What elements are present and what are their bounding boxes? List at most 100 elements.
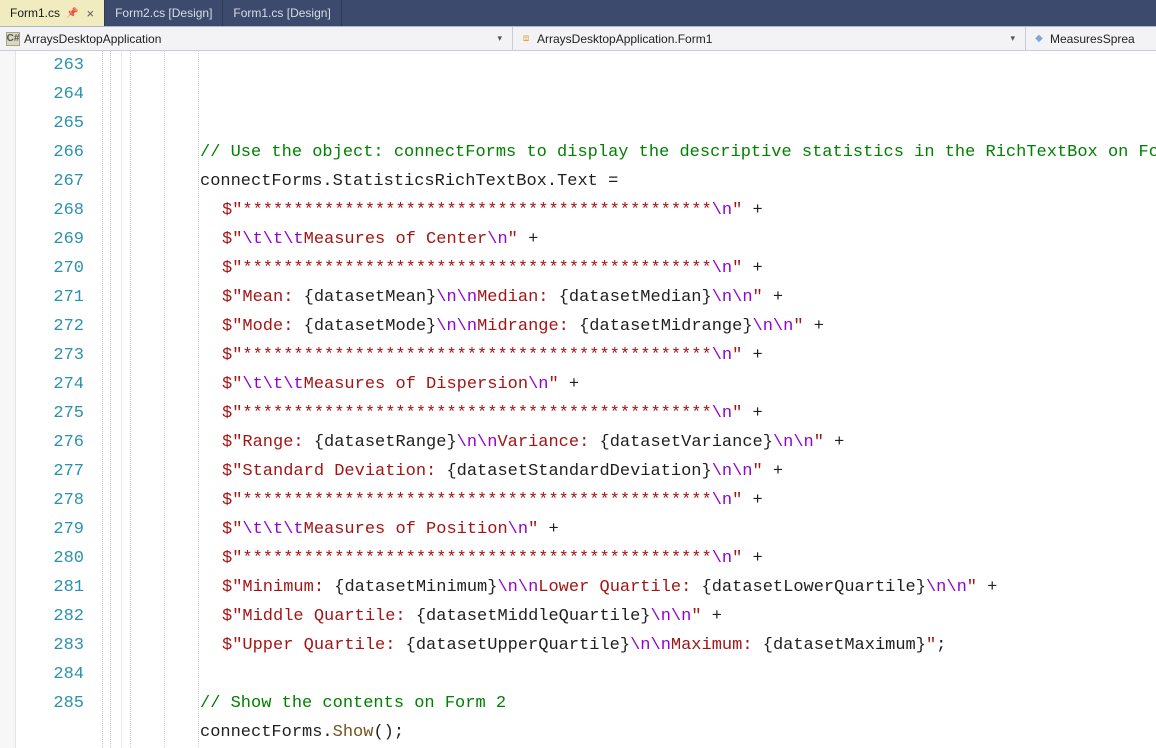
code-line[interactable]: $"\t\t\tMeasures of Dispersion\n" + bbox=[124, 370, 1156, 399]
code-token: { bbox=[416, 607, 426, 626]
code-token: } bbox=[426, 288, 436, 307]
line-number: 264 bbox=[16, 80, 84, 109]
code-line[interactable]: $"**************************************… bbox=[124, 254, 1156, 283]
line-number: 282 bbox=[16, 602, 84, 631]
code-line[interactable]: // Use the object: connectForms to displ… bbox=[124, 138, 1156, 167]
code-token: Measures of Position bbox=[304, 520, 508, 539]
code-line[interactable] bbox=[124, 660, 1156, 689]
nav-project-label: ArraysDesktopApplication bbox=[24, 32, 493, 46]
outline-fold-gutter[interactable] bbox=[98, 51, 122, 748]
code-token: Mean: bbox=[242, 288, 303, 307]
code-token: datasetMiddleQuartile bbox=[426, 607, 640, 626]
code-token: " bbox=[732, 259, 742, 278]
code-line[interactable]: $"**************************************… bbox=[124, 399, 1156, 428]
code-token: \t\t\t bbox=[242, 520, 303, 539]
code-token: { bbox=[579, 317, 589, 336]
code-token: " bbox=[814, 433, 824, 452]
nav-member-dropdown[interactable]: ◆ MeasuresSprea bbox=[1026, 27, 1156, 50]
code-token: \n\n bbox=[926, 578, 967, 597]
code-token: $" bbox=[222, 375, 242, 394]
line-number: 269 bbox=[16, 225, 84, 254]
code-line[interactable]: $"**************************************… bbox=[124, 341, 1156, 370]
code-token: Median: bbox=[477, 288, 559, 307]
tab-form2-design[interactable]: Form2.cs [Design] bbox=[105, 0, 223, 26]
code-token: " bbox=[732, 549, 742, 568]
line-number: 277 bbox=[16, 457, 84, 486]
code-token: \n\n bbox=[712, 462, 753, 481]
code-token: // Use the object: connectForms to displ… bbox=[200, 143, 1156, 162]
document-tab-bar: Form1.cs 📌 × Form2.cs [Design] Form1.cs … bbox=[0, 0, 1156, 27]
code-token: " bbox=[753, 462, 763, 481]
code-line[interactable]: $"**************************************… bbox=[124, 196, 1156, 225]
class-icon: ⧈ bbox=[519, 32, 533, 46]
code-line[interactable]: $"**************************************… bbox=[124, 544, 1156, 573]
code-line[interactable]: // Show the contents on Form 2 bbox=[124, 689, 1156, 718]
code-token: Upper Quartile: bbox=[242, 636, 405, 655]
code-token: \n bbox=[712, 491, 732, 510]
nav-class-dropdown[interactable]: ⧈ ArraysDesktopApplication.Form1 ▾ bbox=[513, 27, 1026, 50]
code-line[interactable]: $"Standard Deviation: {datasetStandardDe… bbox=[124, 457, 1156, 486]
code-content[interactable]: // Use the object: connectForms to displ… bbox=[122, 51, 1156, 748]
line-number: 284 bbox=[16, 660, 84, 689]
code-token: \n bbox=[487, 230, 507, 249]
code-token: \n\n bbox=[651, 607, 692, 626]
line-number: 268 bbox=[16, 196, 84, 225]
code-token: \n\n bbox=[497, 578, 538, 597]
code-token: // Show the contents on Form 2 bbox=[200, 694, 506, 713]
code-line[interactable]: $"Mode: {datasetMode}\n\nMidrange: {data… bbox=[124, 312, 1156, 341]
line-number: 270 bbox=[16, 254, 84, 283]
code-line[interactable]: $"\t\t\tMeasures of Position\n" + bbox=[124, 515, 1156, 544]
code-token: datasetMode bbox=[314, 317, 426, 336]
code-line[interactable]: $"\t\t\tMeasures of Center\n" + bbox=[124, 225, 1156, 254]
code-token: $" bbox=[222, 578, 242, 597]
code-line[interactable]: $"Minimum: {datasetMinimum}\n\nLower Qua… bbox=[124, 573, 1156, 602]
code-token: $" bbox=[222, 201, 242, 220]
code-token: " bbox=[528, 520, 538, 539]
code-nav-bar: C# ArraysDesktopApplication ▾ ⧈ ArraysDe… bbox=[0, 27, 1156, 51]
code-token: datasetRange bbox=[324, 433, 446, 452]
code-token: } bbox=[446, 433, 456, 452]
code-token: Standard Deviation: bbox=[242, 462, 446, 481]
code-token: $" bbox=[222, 288, 242, 307]
code-line[interactable]: $"**************************************… bbox=[124, 486, 1156, 515]
line-number: 283 bbox=[16, 631, 84, 660]
code-token: datasetLowerQuartile bbox=[712, 578, 916, 597]
code-token: $" bbox=[222, 520, 242, 539]
code-token: } bbox=[763, 433, 773, 452]
code-token: Mode: bbox=[242, 317, 303, 336]
code-line[interactable]: connectForms.Show(); bbox=[124, 718, 1156, 747]
code-token: } bbox=[426, 317, 436, 336]
code-token: \n\n bbox=[436, 317, 477, 336]
code-token: { bbox=[406, 636, 416, 655]
code-token: Lower Quartile: bbox=[538, 578, 701, 597]
code-token: \t\t\t bbox=[242, 375, 303, 394]
code-token: $" bbox=[222, 259, 242, 278]
code-token: \n bbox=[712, 201, 732, 220]
tab-form1-cs[interactable]: Form1.cs 📌 × bbox=[0, 0, 105, 26]
code-token: \n bbox=[528, 375, 548, 394]
pin-icon[interactable]: 📌 bbox=[66, 8, 78, 19]
code-line[interactable]: connectForms.StatisticsRichTextBox.Text … bbox=[124, 167, 1156, 196]
code-token: { bbox=[334, 578, 344, 597]
code-token: Minimum: bbox=[242, 578, 334, 597]
code-token: { bbox=[314, 433, 324, 452]
code-token: ****************************************… bbox=[242, 346, 711, 365]
code-token: { bbox=[304, 317, 314, 336]
line-number: 274 bbox=[16, 370, 84, 399]
tab-form1-design[interactable]: Form1.cs [Design] bbox=[223, 0, 341, 26]
nav-project-dropdown[interactable]: C# ArraysDesktopApplication ▾ bbox=[0, 27, 513, 50]
code-token: + bbox=[742, 346, 762, 365]
code-line[interactable]: $"Middle Quartile: {datasetMiddleQuartil… bbox=[124, 602, 1156, 631]
code-token: Middle Quartile: bbox=[242, 607, 415, 626]
code-token: Maximum: bbox=[671, 636, 763, 655]
code-token: \n bbox=[712, 549, 732, 568]
code-token: \n bbox=[508, 520, 528, 539]
code-line[interactable]: $"Range: {datasetRange}\n\nVariance: {da… bbox=[124, 428, 1156, 457]
code-token: \n bbox=[712, 259, 732, 278]
code-editor[interactable]: 2632642652662672682692702712722732742752… bbox=[0, 51, 1156, 748]
close-icon[interactable]: × bbox=[86, 6, 94, 21]
code-line[interactable]: $"Mean: {datasetMean}\n\nMedian: {datase… bbox=[124, 283, 1156, 312]
code-line[interactable]: $"Upper Quartile: {datasetUpperQuartile}… bbox=[124, 631, 1156, 660]
code-token: \n bbox=[712, 404, 732, 423]
line-number: 285 bbox=[16, 689, 84, 718]
